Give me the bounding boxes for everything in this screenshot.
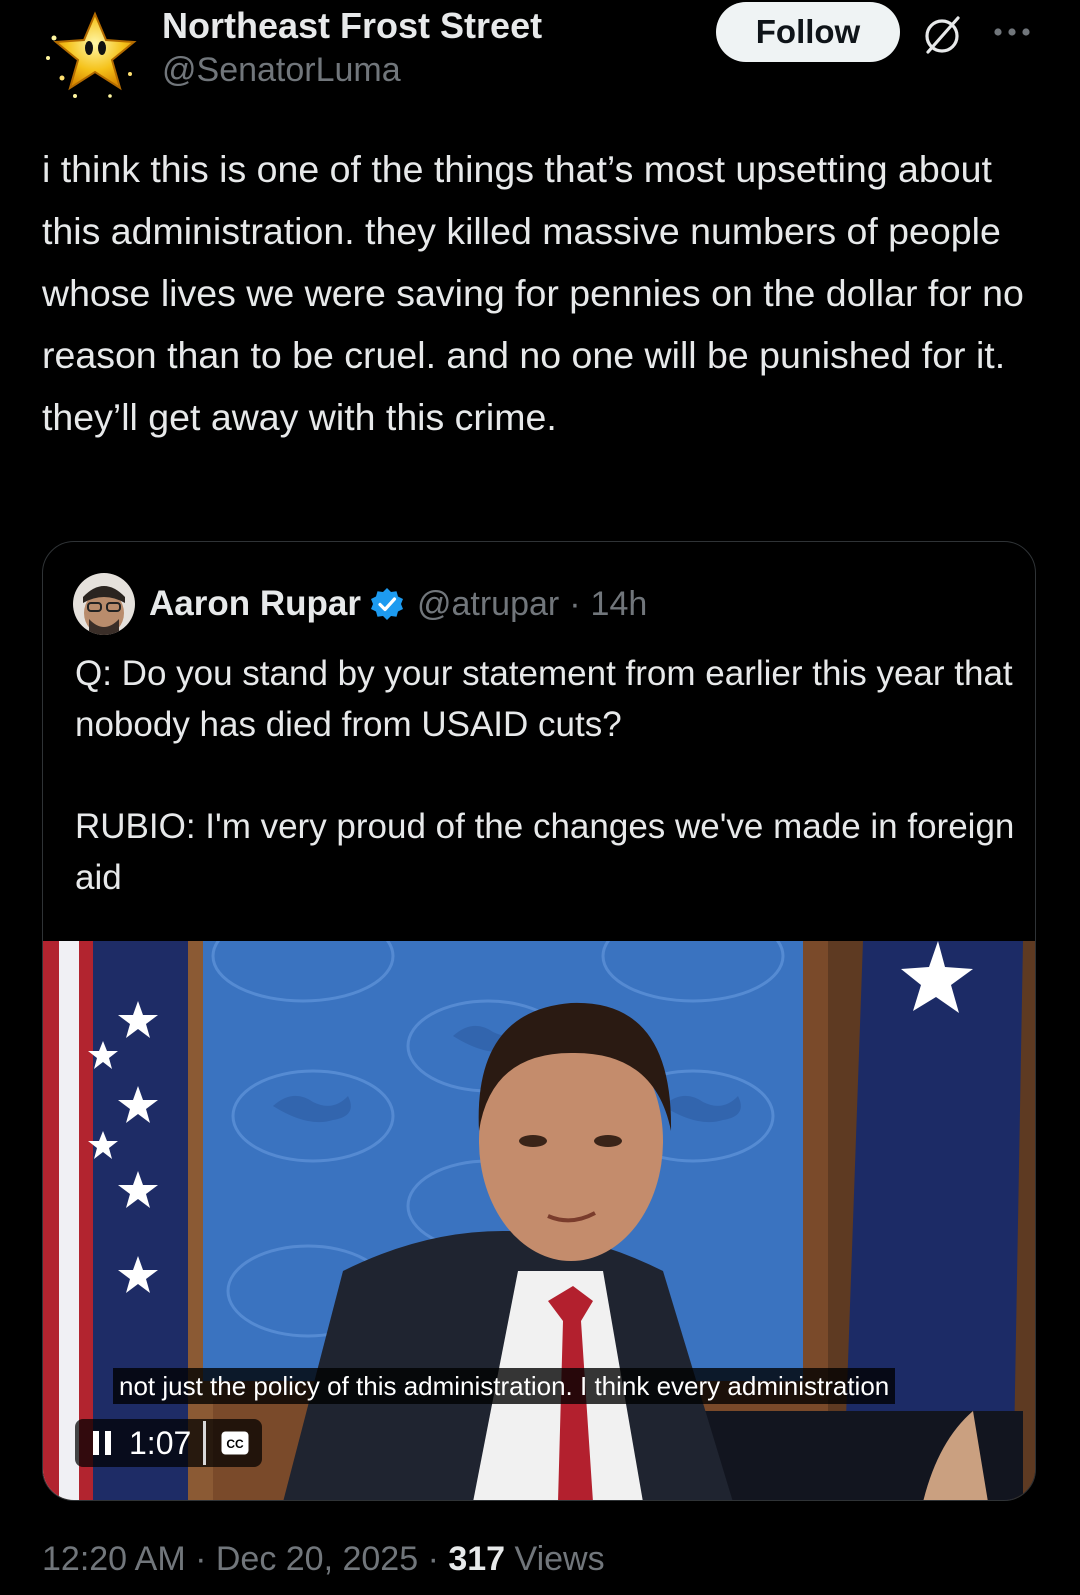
follow-button[interactable]: Follow — [716, 2, 900, 62]
quoted-post-card[interactable]: Aaron Rupar @atrupar · 14h Q: Do you sta… — [42, 541, 1036, 1501]
display-name[interactable]: Northeast Frost Street — [162, 4, 542, 48]
grok-icon[interactable] — [920, 14, 964, 58]
quote-text: Q: Do you stand by your statement from e… — [75, 654, 1015, 897]
more-icon[interactable] — [990, 22, 1034, 42]
quote-avatar[interactable] — [73, 573, 135, 635]
pause-icon[interactable] — [85, 1423, 119, 1463]
avatar[interactable] — [40, 8, 140, 103]
post-text: i think this is one of the things that’s… — [42, 148, 1024, 438]
video-caption: not just the policy of this administrati… — [113, 1368, 896, 1404]
verified-badge-icon — [369, 586, 405, 622]
quote-display-name[interactable]: Aaron Rupar — [149, 584, 361, 624]
video-player[interactable]: not just the policy of this administrati… — [43, 941, 1035, 1500]
quote-handle[interactable]: @atrupar — [417, 585, 559, 624]
star-avatar-icon — [46, 11, 137, 98]
views-label: Views — [505, 1540, 605, 1578]
controls-divider — [203, 1421, 207, 1465]
closed-captions-icon[interactable]: CC — [218, 1426, 252, 1460]
cc-label: CC — [227, 1437, 245, 1451]
separator-dot: · — [569, 584, 581, 623]
views-count[interactable]: 317 — [448, 1540, 505, 1578]
video-time: 1:07 — [129, 1424, 192, 1461]
quote-time[interactable]: 14h — [591, 585, 648, 624]
post-meta: 12:20 AM · Dec 20, 2025 · 317 Views — [42, 1540, 605, 1579]
player-controls: 1:07 CC — [75, 1419, 263, 1467]
post-timestamp[interactable]: 12:20 AM · Dec 20, 2025 · — [42, 1540, 448, 1578]
handle[interactable]: @SenatorLuma — [162, 48, 542, 92]
post-header: Northeast Frost Street @SenatorLuma Foll… — [0, 0, 1080, 110]
video-frame — [43, 941, 1035, 1500]
quote-header: Aaron Rupar @atrupar · 14h — [73, 572, 647, 636]
author-block[interactable]: Northeast Frost Street @SenatorLuma — [162, 4, 542, 92]
